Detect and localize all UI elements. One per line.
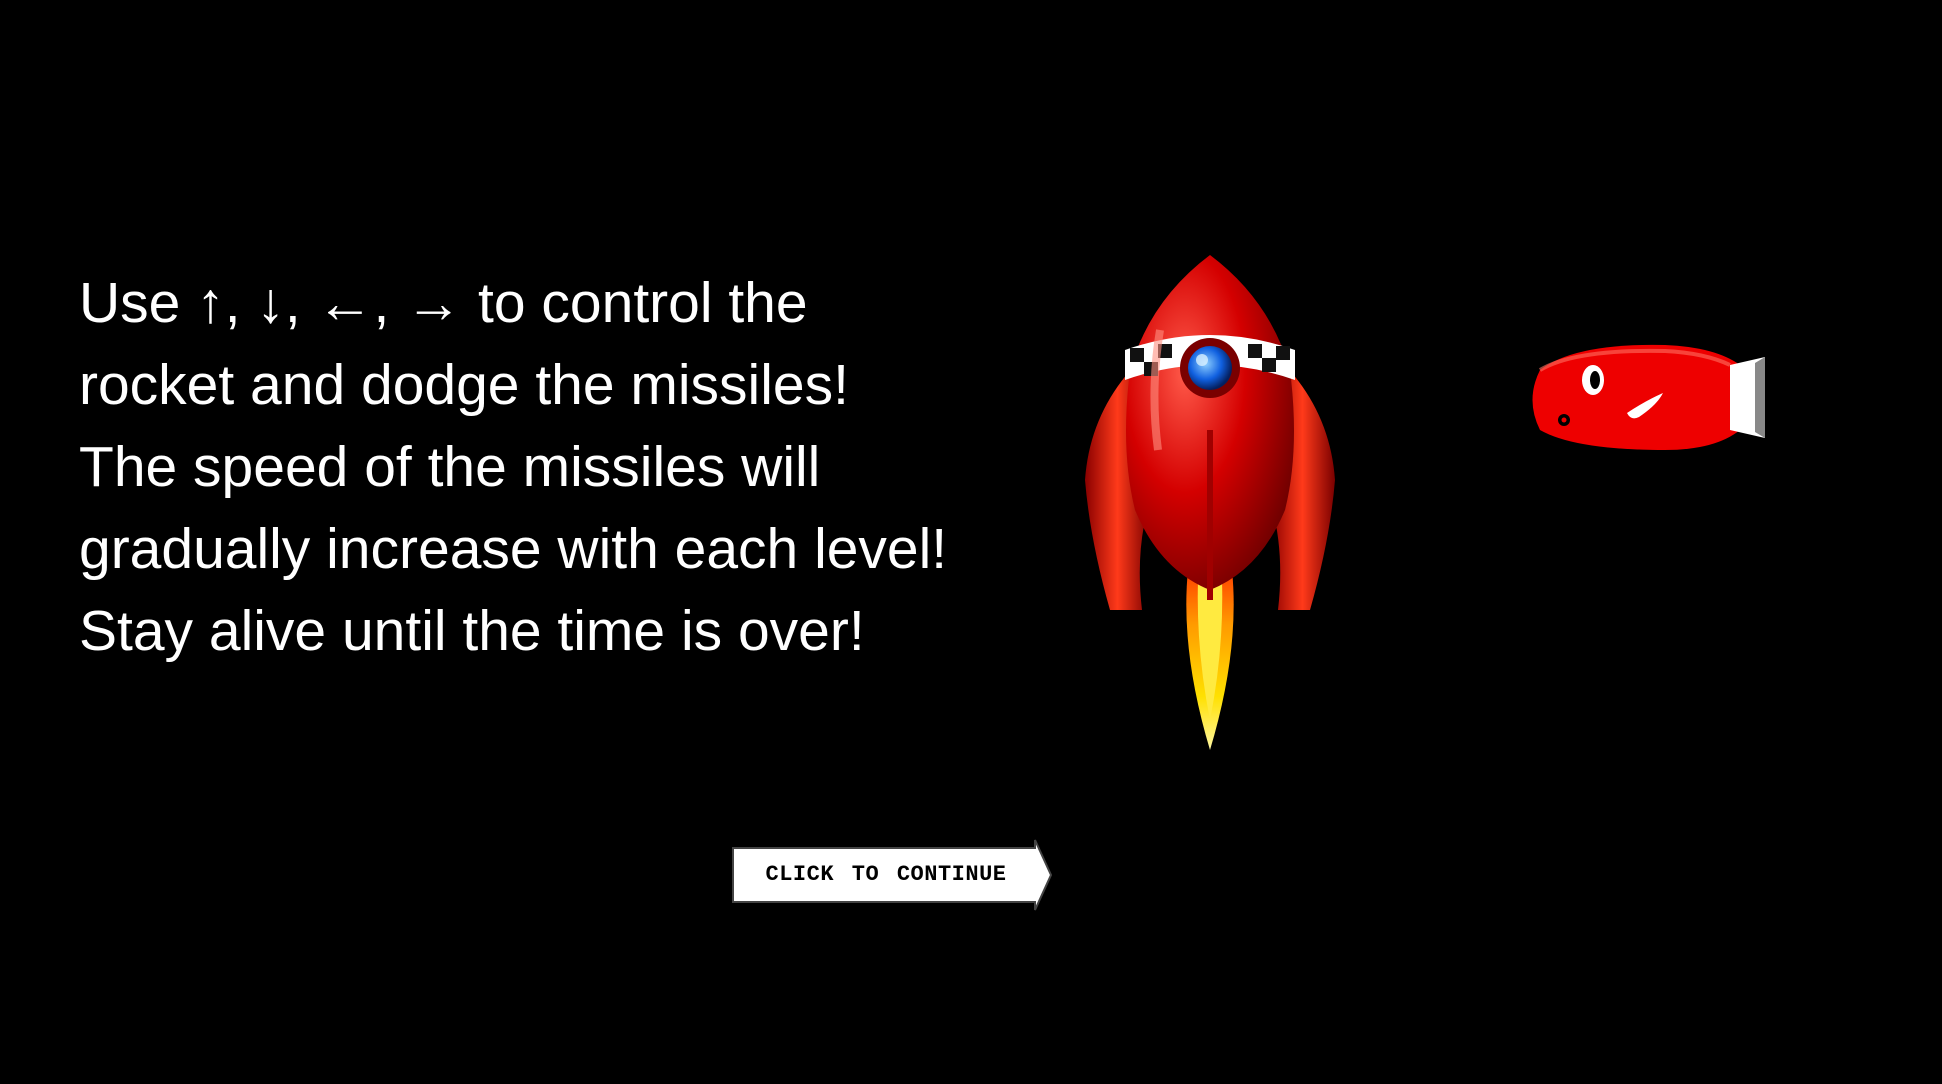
continue-button-label: CLICK TO CONTINUE bbox=[765, 862, 1007, 887]
rocket-icon bbox=[1080, 250, 1340, 760]
game-screen: Use ↑, ↓, ←, → to control the rocket and… bbox=[0, 0, 1942, 1084]
continue-button[interactable]: CLICK TO CONTINUE bbox=[731, 838, 1053, 912]
missile-icon bbox=[1515, 335, 1775, 460]
instructions-text: Use ↑, ↓, ←, → to control the rocket and… bbox=[79, 271, 948, 663]
